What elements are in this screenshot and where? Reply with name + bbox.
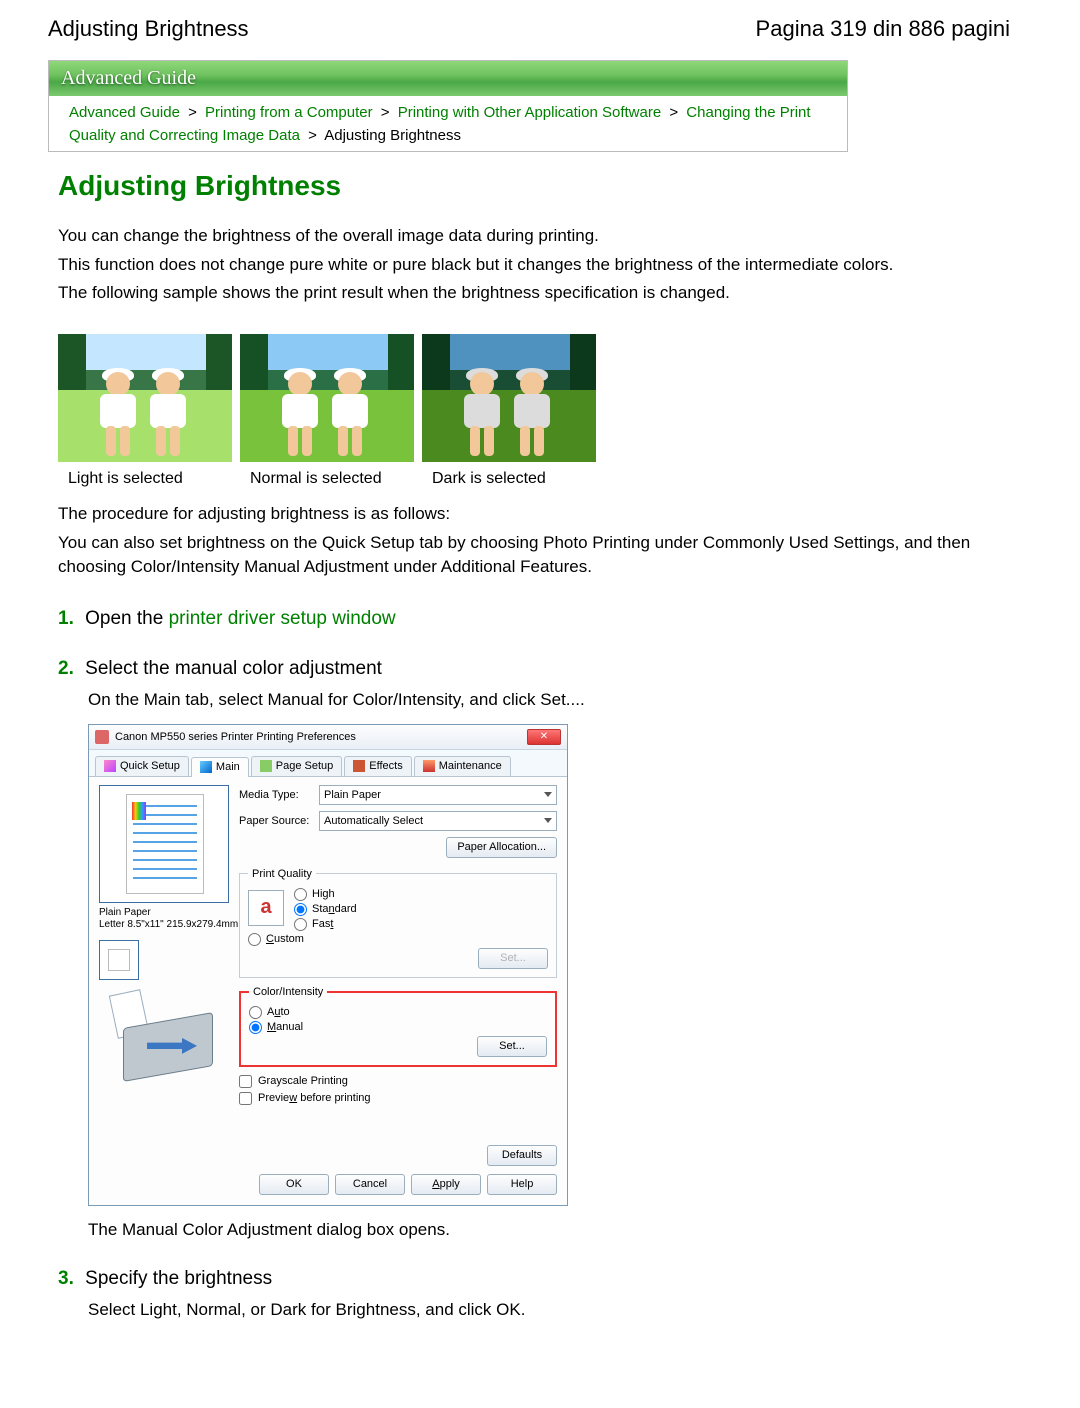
intro-line-1: You can change the brightness of the ove…	[58, 224, 1000, 249]
step-1-link[interactable]: printer driver setup window	[169, 608, 396, 629]
tab-main-label: Main	[216, 761, 240, 773]
sample-label-light: Light is selected	[58, 470, 232, 488]
tab-effects-label: Effects	[369, 760, 402, 772]
tab-page-setup-label: Page Setup	[276, 760, 334, 772]
dialog-tabs: Quick Setup Main Page Setup Effects Main…	[89, 750, 567, 777]
quality-icon: a	[248, 890, 284, 926]
media-type-combo[interactable]: Plain Paper	[319, 785, 557, 805]
printer-icon	[95, 730, 109, 744]
guide-box: Advanced Guide Advanced Guide > Printing…	[48, 60, 848, 152]
defaults-button[interactable]: Defaults	[487, 1145, 557, 1166]
quality-fast-label: Fast	[312, 918, 333, 930]
tab-maintenance[interactable]: Maintenance	[414, 756, 511, 776]
step-2-desc: On the Main tab, select Manual for Color…	[58, 690, 1000, 710]
header-title-left: Adjusting Brightness	[48, 16, 249, 42]
dialog-printing-preferences: Canon MP550 series Printer Printing Pref…	[88, 724, 568, 1206]
color-manual-radio[interactable]	[249, 1021, 262, 1034]
color-auto-label: Auto	[267, 1006, 290, 1018]
sample-image-light	[58, 334, 232, 462]
ok-button[interactable]: OK	[259, 1174, 329, 1195]
step-3-desc: Select Light, Normal, or Dark for Bright…	[58, 1300, 1000, 1320]
color-preview	[99, 940, 139, 980]
paper-source-combo[interactable]: Automatically Select	[319, 811, 557, 831]
breadcrumb-sep: >	[188, 104, 197, 121]
grayscale-label: Grayscale Printing	[258, 1075, 348, 1087]
procedure-line-2: You can also set brightness on the Quick…	[58, 531, 1000, 580]
breadcrumb-link-2[interactable]: Printing from a Computer	[205, 104, 373, 121]
breadcrumb-sep: >	[669, 104, 678, 121]
tab-page-setup[interactable]: Page Setup	[251, 756, 343, 776]
print-quality-group: Print Quality a High Standard Fast Custo…	[239, 868, 557, 978]
breadcrumb-link-3[interactable]: Printing with Other Application Software	[398, 104, 661, 121]
quality-high-radio[interactable]	[294, 888, 307, 901]
quality-fast-radio[interactable]	[294, 918, 307, 931]
close-icon[interactable]: ✕	[527, 729, 561, 745]
quality-standard-label: Standard	[312, 903, 357, 915]
page-preview	[99, 785, 229, 903]
step-1-text-pre: Open the	[85, 608, 168, 629]
header-title-right: Pagina 319 din 886 pagini	[756, 16, 1010, 42]
sample-label-normal: Normal is selected	[240, 470, 414, 488]
preview-info-1: Plain Paper	[99, 907, 239, 920]
step-3-number: 3.	[58, 1268, 74, 1289]
tab-effects[interactable]: Effects	[344, 756, 411, 776]
step-2-title: Select the manual color adjustment	[85, 658, 382, 679]
dialog-title: Canon MP550 series Printer Printing Pref…	[115, 731, 356, 743]
procedure-line-1: The procedure for adjusting brightness i…	[58, 502, 1000, 527]
chevron-down-icon	[544, 792, 552, 797]
dialog-titlebar: Canon MP550 series Printer Printing Pref…	[89, 725, 567, 750]
tab-icon-maintenance	[423, 760, 435, 772]
paper-source-label: Paper Source:	[239, 815, 319, 827]
color-set-button[interactable]: Set...	[477, 1036, 547, 1057]
preview-checkbox-label: Preview before printing	[258, 1092, 371, 1104]
step-1-number: 1.	[58, 608, 74, 629]
quality-high-label: High	[312, 888, 335, 900]
paper-allocation-button[interactable]: Paper Allocation...	[446, 837, 557, 858]
breadcrumb-sep: >	[381, 104, 390, 121]
color-manual-label: Manual	[267, 1021, 303, 1033]
sample-row: Light is selected Normal is selected Dar…	[58, 334, 1000, 488]
color-auto-radio[interactable]	[249, 1006, 262, 1019]
page-title: Adjusting Brightness	[58, 170, 1000, 202]
cancel-button[interactable]: Cancel	[335, 1174, 405, 1195]
sample-image-normal	[240, 334, 414, 462]
tray-illustration	[113, 992, 225, 1082]
sample-image-dark	[422, 334, 596, 462]
apply-button[interactable]: Apply	[411, 1174, 481, 1195]
paper-source-value: Automatically Select	[324, 815, 423, 827]
preview-info-2: Letter 8.5"x11" 215.9x279.4mm	[99, 919, 239, 932]
step-3-title: Specify the brightness	[85, 1268, 272, 1289]
quality-set-button[interactable]: Set...	[478, 948, 548, 969]
guide-banner: Advanced Guide	[49, 61, 847, 96]
breadcrumb-link-1[interactable]: Advanced Guide	[69, 104, 180, 121]
tab-icon-page	[260, 760, 272, 772]
tab-maintenance-label: Maintenance	[439, 760, 502, 772]
tab-icon-main	[200, 761, 212, 773]
sample-label-dark: Dark is selected	[422, 470, 596, 488]
intro-line-2: This function does not change pure white…	[58, 253, 1000, 278]
media-type-value: Plain Paper	[324, 789, 381, 801]
preview-checkbox[interactable]	[239, 1092, 252, 1105]
chevron-down-icon	[544, 818, 552, 823]
color-intensity-group: Color/Intensity Auto Manual Set...	[239, 986, 557, 1067]
media-type-label: Media Type:	[239, 789, 319, 801]
breadcrumb-sep: >	[308, 127, 317, 144]
step-2-number: 2.	[58, 658, 74, 679]
quality-custom-label: Custom	[266, 933, 304, 945]
print-quality-legend: Print Quality	[248, 868, 316, 880]
tab-icon-quick	[104, 760, 116, 772]
breadcrumb: Advanced Guide > Printing from a Compute…	[49, 96, 847, 151]
tab-main[interactable]: Main	[191, 757, 249, 777]
color-intensity-legend: Color/Intensity	[249, 986, 327, 998]
breadcrumb-current: Adjusting Brightness	[324, 127, 461, 144]
grayscale-checkbox[interactable]	[239, 1075, 252, 1088]
intro-line-3: The following sample shows the print res…	[58, 281, 1000, 306]
help-button[interactable]: Help	[487, 1174, 557, 1195]
tab-icon-effects	[353, 760, 365, 772]
tab-quick-setup-label: Quick Setup	[120, 760, 180, 772]
quality-standard-radio[interactable]	[294, 903, 307, 916]
quality-custom-radio[interactable]	[248, 933, 261, 946]
step-2-after: The Manual Color Adjustment dialog box o…	[58, 1220, 1000, 1240]
tab-quick-setup[interactable]: Quick Setup	[95, 756, 189, 776]
